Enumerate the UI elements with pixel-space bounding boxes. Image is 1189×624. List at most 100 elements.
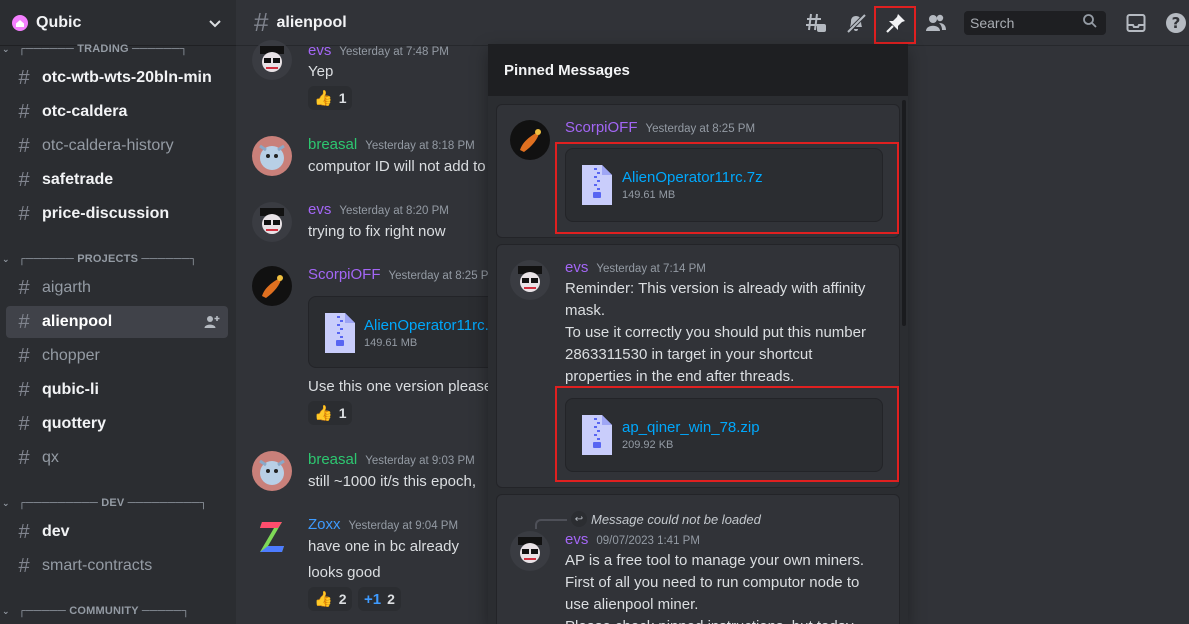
highlight-box — [555, 142, 899, 234]
author-name[interactable]: ScorpiOFF — [308, 266, 381, 283]
avatar[interactable] — [252, 451, 292, 491]
category-dev[interactable]: ⌄ ┌───────── DEV ─────────┐ — [0, 494, 236, 512]
search-icon — [1082, 13, 1098, 34]
avatar[interactable] — [252, 136, 292, 176]
author-name[interactable]: evs — [565, 531, 588, 548]
caret-down-icon: ⌄ — [2, 253, 10, 264]
hash-icon: # — [18, 100, 30, 123]
channel-safetrade[interactable]: # safetrade — [6, 164, 228, 196]
category-trading[interactable]: ⌄ ┌────── TRADING ──────┐ — [0, 40, 236, 58]
hash-icon: # — [18, 378, 30, 401]
discord-window: Qubic ⌄ ┌────── TRADING ──────┐ # otc-wtb… — [0, 0, 1189, 624]
reaction-thumbsup[interactable]: 👍 2 — [308, 587, 353, 611]
channel-otc-wtb-wts-20bln-min[interactable]: # otc-wtb-wts-20bln-min — [6, 62, 228, 94]
channel-sidebar: Qubic ⌄ ┌────── TRADING ──────┐ # otc-wtb… — [0, 0, 236, 624]
reaction-thumbsup[interactable]: 👍 1 — [308, 86, 353, 110]
avatar[interactable] — [252, 202, 292, 242]
pin-highlight-box — [874, 6, 916, 44]
timestamp: Yesterday at 7:48 PM — [339, 46, 449, 58]
hash-icon: # — [18, 446, 30, 469]
reply-icon: ↩ — [571, 511, 587, 527]
category-projects[interactable]: ⌄ ┌────── PROJECTS ──────┐ — [0, 250, 236, 268]
message-text: looks good — [308, 564, 381, 581]
author-name[interactable]: evs — [308, 201, 331, 218]
timestamp: Yesterday at 8:25 PM — [645, 123, 756, 135]
channel-quottery[interactable]: # quottery — [6, 408, 228, 440]
timestamp: Yesterday at 9:03 PM — [365, 455, 475, 467]
reaction-thumbsup[interactable]: 👍 1 — [308, 401, 353, 425]
channel-aigarth[interactable]: # aigarth — [6, 272, 228, 304]
file-attachment[interactable]: AlienOperator11rc.7z 149.61 MB — [308, 296, 508, 368]
category-community[interactable]: ⌄ ┌───── COMMUNITY ─────┐ — [0, 602, 236, 620]
channel-smart-contracts[interactable]: # smart-contracts — [6, 550, 228, 582]
caret-down-icon: ⌄ — [2, 43, 10, 54]
reply-reference: ↩ Message could not be loaded — [535, 509, 761, 529]
channel-alienpool[interactable]: # alienpool — [6, 306, 228, 338]
add-member-icon[interactable] — [204, 315, 220, 329]
channel-chopper[interactable]: # chopper — [6, 340, 228, 372]
message-text: have one in bc already — [308, 538, 459, 555]
category-label: ┌────── PROJECTS ──────┐ — [18, 253, 198, 265]
message-text: Use this one version please — [308, 378, 493, 395]
hash-icon: # — [18, 66, 30, 89]
chevron-down-icon[interactable] — [208, 16, 222, 30]
inbox-icon[interactable] — [1124, 11, 1148, 35]
channel-otc-caldera[interactable]: # otc-caldera — [6, 96, 228, 128]
hash-icon: # — [18, 276, 30, 299]
category-label: ┌────── TRADING ──────┐ — [18, 43, 188, 55]
timestamp: Yesterday at 8:25 PM — [388, 270, 499, 282]
author-name[interactable]: ScorpiOFF — [565, 119, 638, 136]
channel-dev[interactable]: # dev — [6, 516, 228, 548]
category-label: ┌───── COMMUNITY ─────┐ — [18, 605, 190, 617]
timestamp: Yesterday at 8:18 PM — [365, 140, 475, 152]
avatar[interactable] — [510, 260, 550, 300]
members-icon[interactable] — [924, 11, 948, 35]
avatar[interactable] — [252, 266, 292, 306]
hash-icon: # — [18, 554, 30, 577]
help-icon[interactable]: ? — [1164, 11, 1188, 35]
author-name[interactable]: breasal — [308, 451, 357, 468]
avatar[interactable] — [252, 40, 292, 80]
avatar[interactable] — [510, 120, 550, 160]
author-name[interactable]: evs — [308, 42, 331, 59]
timestamp: Yesterday at 9:04 PM — [348, 520, 459, 532]
timestamp: Yesterday at 7:14 PM — [596, 263, 706, 275]
threads-icon[interactable] — [804, 11, 828, 35]
pinned-message[interactable]: ↩ Message could not be loaded evs 09/07/… — [496, 494, 900, 624]
scrollbar[interactable] — [902, 100, 906, 326]
message-text: still ~1000 it/s this epoch, — [308, 473, 477, 490]
home-icon — [12, 14, 28, 31]
author-name[interactable]: evs — [565, 259, 588, 276]
hash-icon: # — [254, 7, 269, 37]
hash-icon: # — [18, 168, 30, 191]
search-box[interactable] — [964, 11, 1106, 35]
zip-file-icon — [325, 313, 355, 358]
channel-otc-caldera-history[interactable]: # otc-caldera-history — [6, 130, 228, 162]
author-name[interactable]: Zoxx — [308, 516, 341, 533]
file-name-link[interactable]: AlienOperator11rc.7z — [364, 317, 505, 334]
message-text: Yep — [308, 63, 334, 80]
avatar[interactable] — [252, 516, 292, 556]
category-label: ┌───────── DEV ─────────┐ — [18, 497, 208, 509]
pinned-message[interactable]: ScorpiOFF Yesterday at 8:25 PM AlienOper… — [496, 104, 900, 238]
thumbs-up-icon: 👍 — [314, 591, 333, 608]
search-input[interactable] — [970, 15, 1082, 31]
reaction-plus-one[interactable]: +1 2 — [358, 587, 401, 611]
channel-qx[interactable]: # qx — [6, 442, 228, 474]
mute-icon[interactable] — [844, 11, 868, 35]
caret-down-icon: ⌄ — [2, 605, 10, 616]
pinned-message[interactable]: evs Yesterday at 7:14 PM Reminder: This … — [496, 244, 900, 488]
hash-icon: # — [18, 310, 30, 333]
author-name[interactable]: breasal — [308, 136, 357, 153]
hash-icon: # — [18, 412, 30, 435]
channel-header: # alienpool ? — [236, 0, 1189, 46]
channel-qubic-li[interactable]: # qubic-li — [6, 374, 228, 406]
channel-price-discussion[interactable]: # price-discussion — [6, 198, 228, 230]
timestamp: Yesterday at 8:20 PM — [339, 205, 449, 217]
avatar[interactable] — [510, 531, 550, 571]
highlight-box — [555, 386, 899, 482]
message-text: AP is a free tool to manage your own min… — [565, 552, 865, 624]
plus-one-icon: +1 — [364, 590, 382, 608]
hash-icon: # — [18, 520, 30, 543]
channel-title: alienpool — [276, 13, 347, 31]
